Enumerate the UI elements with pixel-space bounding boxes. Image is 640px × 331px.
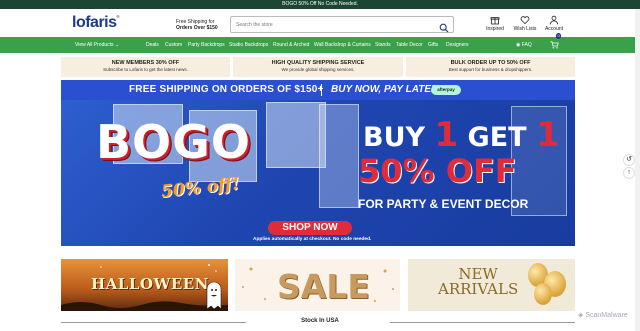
nav-item-studio-backdrops[interactable]: Studio Backdrops <box>229 37 268 53</box>
heart-icon <box>520 16 530 25</box>
feature-strip: NEW MEMBERS 30% OFF Subscribe to Lofaris… <box>61 57 575 77</box>
arrivals-label: ARRIVALS <box>438 280 519 298</box>
backdrop-panel <box>266 102 326 168</box>
search-input[interactable] <box>236 20 426 30</box>
nav-item-wall-backdrop[interactable]: Wall Backdrop & Curtains <box>314 37 371 53</box>
watermark-text: ScanMalware <box>585 312 628 319</box>
confetti-icon <box>242 267 394 303</box>
nav-item-table-decor[interactable]: Table Decor <box>396 37 423 53</box>
all-products-menu[interactable]: View All Products ⌄ <box>75 37 119 53</box>
hero-top-strip: FREE SHIPPING ON ORDERS OF $150+ BUY NOW… <box>61 80 575 100</box>
site-logo[interactable]: lofaris® <box>72 14 120 32</box>
feature-subtitle: We provide global shipping services. <box>281 67 355 72</box>
feature-subtitle: Best support for business & dropshippers… <box>448 67 533 72</box>
cart-icon <box>550 41 559 49</box>
feature-shipping[interactable]: HIGH QUALITY SHIPPING SERVICE We provide… <box>233 57 403 77</box>
halloween-category-tile[interactable]: HALLOWEEN <box>61 259 228 311</box>
backdrop-panel <box>319 104 359 208</box>
get-count: 1 <box>535 115 560 155</box>
feature-members[interactable]: NEW MEMBERS 30% OFF Subscribe to Lofaris… <box>61 57 230 77</box>
feature-subtitle: Subscribe to Lofaris to get the latest n… <box>103 67 188 72</box>
gift-icon <box>490 17 500 25</box>
wishlist-link[interactable]: Wish Lists <box>511 15 539 32</box>
nav-item-gifts[interactable]: Gifts <box>428 37 438 53</box>
announcement-bar: BOGO 50% Off No Code Needed. <box>0 0 640 9</box>
divider <box>390 322 575 323</box>
new-arrivals-label: NEW ARRIVALS <box>438 267 518 297</box>
stock-in-usa-heading: Stock In USA <box>301 318 339 324</box>
inspired-label: Inspired <box>486 26 504 32</box>
user-icon <box>549 15 559 25</box>
shop-now-button[interactable]: SHOP NOW <box>268 221 352 235</box>
account-label: Account <box>544 26 564 32</box>
discount-headline: 50% OFF <box>358 152 517 190</box>
chat-icon: ◉ <box>516 42 521 48</box>
nav-item-deals[interactable]: Deals <box>146 37 159 53</box>
nav-item-party-backdrops[interactable]: Party Backdrops <box>188 37 225 53</box>
feature-title: NEW MEMBERS 30% OFF <box>111 60 180 66</box>
cart-count-badge: 0 <box>556 33 562 39</box>
account-link[interactable]: Account <box>540 15 568 32</box>
nav-item-designers[interactable]: Designers <box>446 37 469 53</box>
decor-subheadline: FOR PARTY & EVENT DECOR <box>358 197 529 211</box>
feature-title: HIGH QUALITY SHIPPING SERVICE <box>271 60 365 66</box>
get-text: GET <box>458 122 536 153</box>
afterpay-badge: afterpay <box>431 85 461 95</box>
chevron-down-icon: ⌄ <box>114 42 120 48</box>
back-to-top-icon[interactable]: ↑ <box>623 167 635 179</box>
inspired-link[interactable]: Inspired <box>481 15 509 32</box>
bogo-headline: BOGO <box>96 115 252 169</box>
wishlist-label: Wish Lists <box>513 26 537 32</box>
feature-bulk[interactable]: BULK ORDER UP TO 50% OFF Best support fo… <box>406 57 575 77</box>
hero-banner[interactable]: FREE SHIPPING ON ORDERS OF $150+ BUY NOW… <box>61 80 575 246</box>
pay-later-text: BUY NOW, PAY LATER <box>331 84 439 95</box>
buy-count: 1 <box>434 115 459 155</box>
logo-text: lofaris <box>72 14 117 31</box>
search-icon[interactable] <box>439 20 449 33</box>
feature-title: BULK ORDER UP TO 50% OFF <box>450 60 531 66</box>
scrollbar[interactable] <box>635 9 640 331</box>
divider <box>321 84 322 96</box>
all-products-label: View All Products <box>75 42 114 48</box>
site-header: lofaris® Free Shipping for Orders Over $… <box>0 9 640 37</box>
registered-mark: ® <box>116 14 120 19</box>
free-shipping-text: FREE SHIPPING ON ORDERS OF $150+ <box>129 84 324 95</box>
buy-text: BUY <box>363 122 435 153</box>
faq-link[interactable]: ◉ FAQ <box>516 37 532 53</box>
announcement-text: BOGO 50% Off No Code Needed. <box>282 1 358 7</box>
shipping-note: Free Shipping for Orders Over $150 <box>176 19 218 31</box>
ghost-graveyard-icon <box>61 264 228 311</box>
nav-item-round-arched[interactable]: Round & Arched <box>273 37 309 53</box>
history-icon[interactable]: ↺ <box>623 154 635 166</box>
nav-item-stands[interactable]: Stands <box>375 37 391 53</box>
search-box <box>230 16 454 33</box>
buy-get-headline: BUY 1 GET 1 <box>363 115 560 155</box>
main-navigation: View All Products ⌄ Deals Custom Party B… <box>0 33 640 53</box>
faq-label: FAQ <box>521 42 532 48</box>
sale-category-tile[interactable]: SALE <box>235 259 400 311</box>
shipping-note-line2: Orders Over $150 <box>176 25 218 31</box>
new-arrivals-category-tile[interactable]: NEW ARRIVALS <box>408 259 575 311</box>
watermark: ◈ ScanMalware <box>578 311 628 319</box>
cart-link[interactable]: 0 <box>550 33 562 53</box>
checkout-note: Applies automatically at checkout. No co… <box>253 237 372 242</box>
shield-icon: ◈ <box>578 312 584 319</box>
balloon-icon <box>534 283 552 305</box>
nav-item-custom[interactable]: Custom <box>165 37 182 53</box>
